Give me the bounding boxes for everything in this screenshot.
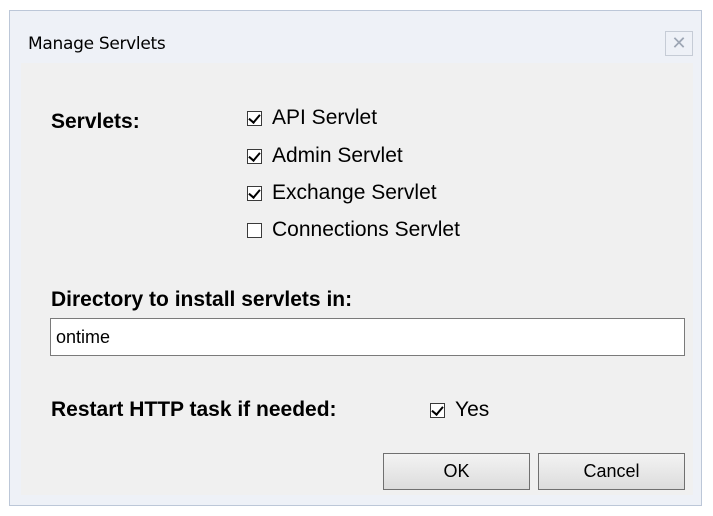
directory-input[interactable] <box>50 318 685 356</box>
cancel-button[interactable]: Cancel <box>538 453 685 490</box>
exchange-servlet-label: Exchange Servlet <box>272 181 437 204</box>
admin-servlet-checkbox[interactable] <box>247 148 262 164</box>
servlets-label: Servlets: <box>51 110 140 133</box>
directory-label: Directory to install servlets in: <box>51 288 353 311</box>
connections-servlet-checkbox[interactable] <box>247 222 262 238</box>
servlet-option-admin[interactable]: Admin Servlet <box>247 142 403 170</box>
restart-http-checkbox[interactable] <box>430 402 445 418</box>
title-bar: Manage Servlets ✕ <box>10 11 701 63</box>
admin-servlet-label: Admin Servlet <box>272 144 403 167</box>
servlet-option-connections[interactable]: Connections Servlet <box>247 216 460 244</box>
servlet-option-exchange[interactable]: Exchange Servlet <box>247 179 437 207</box>
servlet-option-api[interactable]: API Servlet <box>247 104 377 132</box>
api-servlet-label: API Servlet <box>272 106 378 129</box>
connections-servlet-label: Connections Servlet <box>272 218 460 241</box>
close-icon: ✕ <box>671 33 687 53</box>
restart-option-yes[interactable]: Yes <box>430 396 489 424</box>
dialog-title: Manage Servlets <box>28 34 166 54</box>
manage-servlets-dialog: Manage Servlets ✕ Servlets: API Servlet … <box>9 10 702 506</box>
exchange-servlet-checkbox[interactable] <box>247 185 262 201</box>
dialog-body: Servlets: API Servlet Admin Servlet Exch… <box>21 63 693 495</box>
restart-http-label: Restart HTTP task if needed: <box>51 398 337 421</box>
close-button[interactable]: ✕ <box>665 31 693 56</box>
api-servlet-checkbox[interactable] <box>247 110 262 126</box>
ok-button[interactable]: OK <box>383 453 530 490</box>
restart-yes-label: Yes <box>455 398 490 421</box>
